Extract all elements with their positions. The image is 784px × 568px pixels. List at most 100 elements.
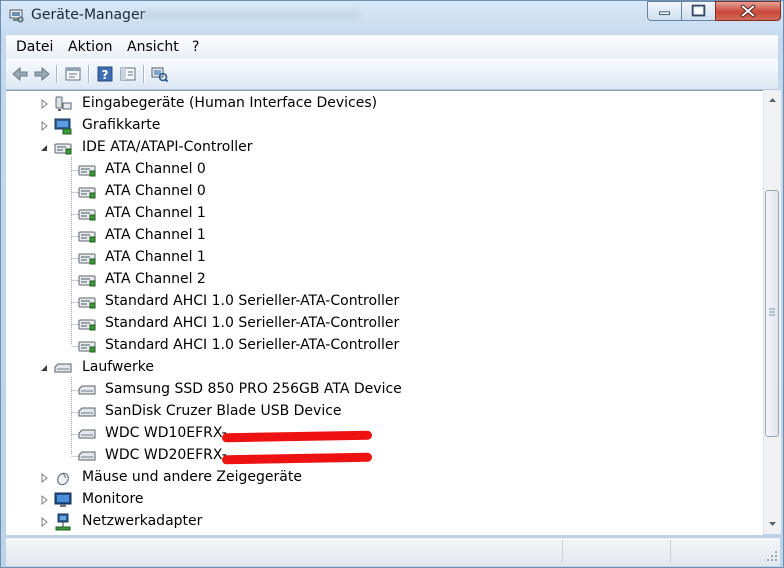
- collapsed-expander-icon[interactable]: [39, 99, 49, 109]
- controller-icon: [78, 341, 96, 353]
- forward-icon[interactable]: [32, 64, 52, 84]
- tree-node-device[interactable]: ATA Channel 1: [6, 225, 763, 247]
- tree-node-label: ATA Channel 1: [105, 205, 206, 221]
- expanded-expander-icon[interactable]: [39, 363, 49, 373]
- tree-node-device[interactable]: Standard AHCI 1.0 Serieller-ATA-Controll…: [6, 291, 763, 313]
- toolbar-separator: [56, 65, 57, 83]
- tree-node-label: SanDisk Cruzer Blade USB Device: [105, 403, 342, 419]
- tree-node-device[interactable]: SanDisk Cruzer Blade USB Device: [6, 401, 763, 423]
- tree-node-label: IDE ATA/ATAPI-Controller: [82, 139, 253, 155]
- tree-node-category[interactable]: Laufwerke: [6, 357, 763, 379]
- svg-text:?: ?: [102, 68, 109, 82]
- properties-view-icon[interactable]: [63, 64, 83, 84]
- tree-node-label: Standard AHCI 1.0 Serieller-ATA-Controll…: [105, 293, 400, 309]
- minimize-button[interactable]: [647, 1, 682, 21]
- tree-node-label: WDC WD10EFRX-: [105, 425, 227, 441]
- controller-icon: [78, 209, 96, 221]
- tree-node-label: Mäuse und andere Zeigegeräte: [82, 469, 302, 485]
- tree-node-device[interactable]: ATA Channel 0: [6, 181, 763, 203]
- controller-icon: [78, 297, 96, 309]
- vertical-scrollbar[interactable]: [763, 90, 781, 534]
- back-icon[interactable]: [10, 64, 30, 84]
- minimize-icon: [659, 11, 670, 16]
- status-pane-divider: [670, 540, 672, 562]
- controller-icon: [78, 231, 96, 243]
- tree-node-device[interactable]: WDC WD10EFRX-: [6, 423, 763, 445]
- maximize-button[interactable]: [681, 1, 716, 21]
- tree-node-label: Laufwerke: [82, 359, 154, 375]
- title-bar[interactable]: Geräte-Manager: [1, 1, 783, 31]
- tree-node-label: Netzwerkadapter: [82, 513, 203, 529]
- scroll-grip-icon: [769, 308, 775, 316]
- maximize-icon: [691, 4, 706, 17]
- disk-drive-icon: [78, 385, 96, 395]
- tree-node-device[interactable]: ATA Channel 1: [6, 203, 763, 225]
- display-adapter-icon: [54, 118, 72, 135]
- collapsed-expander-icon[interactable]: [39, 517, 49, 527]
- device-manager-window: Geräte-Manager Datei Aktion Ansicht ? ? …: [0, 0, 784, 568]
- tree-node-device[interactable]: ATA Channel 2: [6, 269, 763, 291]
- window-title: Geräte-Manager: [31, 7, 146, 23]
- controller-icon: [54, 143, 72, 155]
- tree-node-device[interactable]: Standard AHCI 1.0 Serieller-ATA-Controll…: [6, 313, 763, 335]
- status-pane-divider: [562, 540, 564, 562]
- controller-icon: [78, 275, 96, 287]
- collapsed-expander-icon[interactable]: [39, 473, 49, 483]
- toolbar-separator: [143, 65, 144, 83]
- scroll-up-arrow-icon[interactable]: [764, 92, 781, 109]
- controller-icon: [78, 319, 96, 331]
- tree-node-device[interactable]: Samsung SSD 850 PRO 256GB ATA Device: [6, 379, 763, 401]
- scroll-down-arrow-icon[interactable]: [764, 515, 781, 532]
- device-manager-icon: [9, 9, 24, 23]
- tree-node-category[interactable]: Monitore: [6, 489, 763, 511]
- tree-node-label: ATA Channel 0: [105, 161, 206, 177]
- disk-drive-icon: [78, 407, 96, 417]
- redaction-mark: [221, 430, 373, 443]
- collapsed-expander-icon[interactable]: [39, 121, 49, 131]
- toolbar-separator: [88, 65, 89, 83]
- monitor-icon: [54, 492, 72, 507]
- collapsed-expander-icon[interactable]: [39, 495, 49, 505]
- tree-node-label: ATA Channel 0: [105, 183, 206, 199]
- menu-aktion[interactable]: Aktion: [68, 39, 113, 55]
- disk-drive-icon: [78, 451, 96, 461]
- show-hide-console-tree-icon[interactable]: [118, 64, 138, 84]
- controller-icon: [78, 253, 96, 265]
- tree-node-label: ATA Channel 2: [105, 271, 206, 287]
- disk-drive-icon: [54, 363, 72, 373]
- device-tree[interactable]: Eingabegeräte (Human Interface Devices) …: [6, 90, 763, 535]
- expanded-expander-icon[interactable]: [39, 143, 49, 153]
- tree-node-device[interactable]: Standard AHCI 1.0 Serieller-ATA-Controll…: [6, 335, 763, 357]
- tree-node-category[interactable]: Grafikkarte: [6, 115, 763, 137]
- tree-node-category[interactable]: Netzwerkadapter: [6, 511, 763, 533]
- close-button[interactable]: [715, 1, 781, 21]
- menu-bar: Datei Aktion Ansicht ?: [6, 35, 778, 59]
- tree-node-label: Monitore: [82, 491, 144, 507]
- menu-ansicht[interactable]: Ansicht: [127, 39, 179, 55]
- network-adapter-icon: [55, 513, 71, 531]
- tree-node-label: Standard AHCI 1.0 Serieller-ATA-Controll…: [105, 337, 400, 353]
- tree-node-device[interactable]: WDC WD20EFRX-: [6, 445, 763, 467]
- tree-node-label: Eingabegeräte (Human Interface Devices): [82, 95, 378, 111]
- tree-node-label: WDC WD20EFRX-: [105, 447, 227, 463]
- tree-node-label: ATA Channel 1: [105, 249, 206, 265]
- tree-node-category[interactable]: Eingabegeräte (Human Interface Devices): [6, 93, 763, 115]
- tree-node-label: Grafikkarte: [82, 117, 161, 133]
- scan-hardware-icon[interactable]: [149, 64, 169, 84]
- menu-help[interactable]: ?: [192, 39, 199, 55]
- tree-node-device[interactable]: ATA Channel 1: [6, 247, 763, 269]
- tree-node-category[interactable]: Mäuse und andere Zeigegeräte: [6, 467, 763, 489]
- close-icon: [740, 4, 756, 18]
- tree-node-label: Samsung SSD 850 PRO 256GB ATA Device: [105, 381, 402, 397]
- scroll-thumb[interactable]: [765, 190, 779, 437]
- tree-node-label: Standard AHCI 1.0 Serieller-ATA-Controll…: [105, 315, 400, 331]
- disk-drive-icon: [78, 429, 96, 439]
- tree-node-device[interactable]: ATA Channel 0: [6, 159, 763, 181]
- tree-node-category[interactable]: IDE ATA/ATAPI-Controller: [6, 137, 763, 159]
- keyboard-device-icon: [55, 96, 72, 111]
- resize-grip-icon[interactable]: [766, 550, 778, 562]
- status-bar: [6, 537, 780, 566]
- menu-datei[interactable]: Datei: [16, 39, 53, 55]
- tree-node-label: ATA Channel 1: [105, 227, 206, 243]
- help-icon[interactable]: ?: [95, 64, 115, 84]
